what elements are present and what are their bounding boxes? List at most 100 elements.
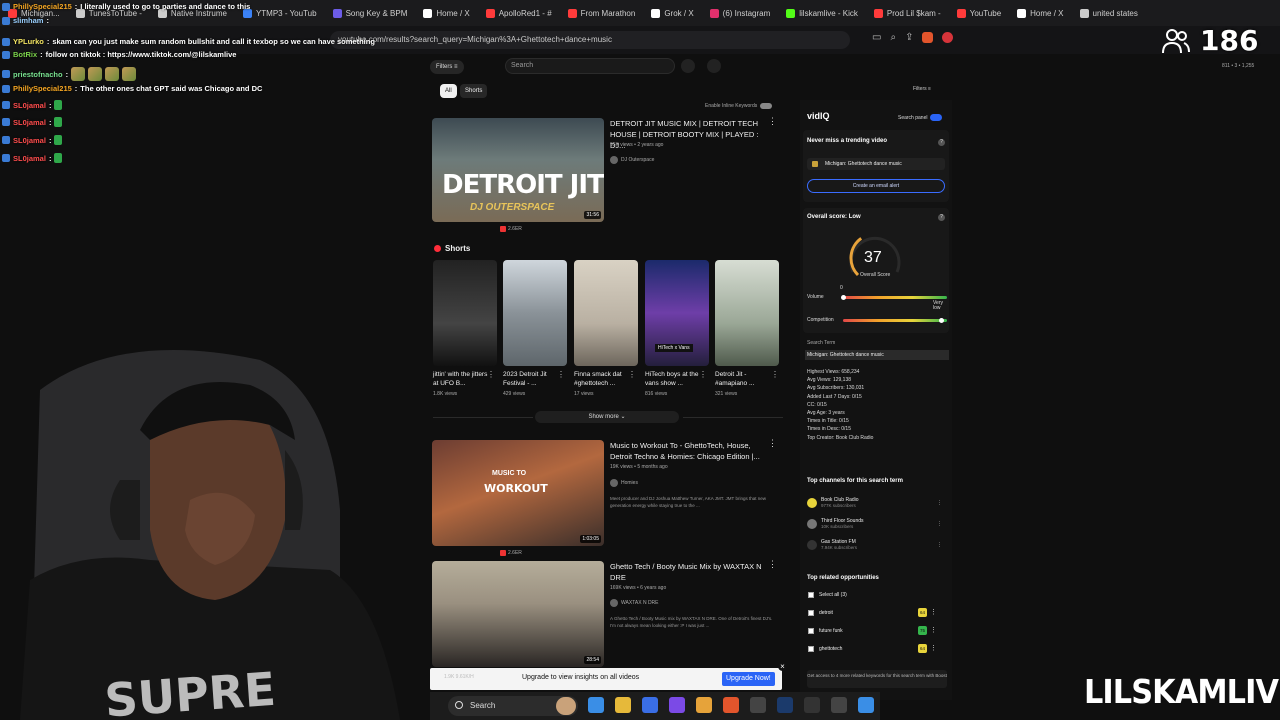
channel-link[interactable]: WAXTAX N DRE <box>610 599 659 607</box>
short-title[interactable]: Detroit Jit - #amapiano ... <box>715 370 773 388</box>
channel-link[interactable]: DJ Outerspace <box>610 156 654 164</box>
top-channel-row[interactable]: Third Floor Sounds 10K subscribers ⋮ <box>807 518 942 530</box>
chat-username[interactable]: PhillySpecial215 <box>13 2 72 11</box>
video-title[interactable]: Ghetto Tech / Booty Music Mix by WAXTAX … <box>610 561 765 583</box>
browser-tab[interactable]: Prod Lil $kam - <box>866 0 949 26</box>
help-icon[interactable]: ? <box>938 214 945 221</box>
short-thumbnail[interactable] <box>715 260 779 366</box>
steam-icon[interactable] <box>777 697 793 713</box>
checkbox[interactable] <box>808 610 814 616</box>
more-options-icon[interactable]: ⋮ <box>930 644 937 652</box>
upgrade-now-button[interactable]: Upgrade Now! <box>722 672 775 686</box>
top-channel-row[interactable]: Gas Station FM 7.94K subscribers ⋮ <box>807 539 942 551</box>
zoom-icon[interactable]: ⌕ <box>890 32 896 43</box>
browser-tab[interactable]: YouTube <box>949 0 1009 26</box>
more-options-icon[interactable]: ⋮ <box>768 116 777 127</box>
browser-tab[interactable]: lilskamlive - Kick <box>778 0 866 26</box>
top-channel-row[interactable]: Book Club Radio 977K subscribers ⋮ <box>807 497 942 509</box>
file-explorer-icon[interactable] <box>615 697 631 713</box>
more-options-icon[interactable]: ⋮ <box>557 370 565 379</box>
chat-username[interactable]: SL0jamal <box>13 154 46 163</box>
short-title[interactable]: jittin' with the jitters at UFO B... <box>433 370 491 388</box>
brave-shield-icon[interactable] <box>922 32 934 43</box>
short-title[interactable]: 2023 Detroit Jit Festival - ... <box>503 370 561 388</box>
app-icon[interactable] <box>831 697 847 713</box>
select-all-row[interactable]: Select all (3) <box>808 592 847 598</box>
channel-link[interactable]: Homies <box>610 479 638 487</box>
profile-icon[interactable] <box>556 697 576 715</box>
more-options-icon[interactable]: ⋮ <box>930 626 937 634</box>
browser-tab[interactable]: united states <box>1072 0 1146 26</box>
checkbox[interactable] <box>808 646 814 652</box>
search-panel-toggle[interactable]: Search panel <box>898 114 943 121</box>
filters-button[interactable]: Filters ≡ <box>430 60 464 74</box>
more-options-icon[interactable]: ⋮ <box>487 370 495 379</box>
chat-username[interactable]: SL0jamal <box>13 101 46 110</box>
create-email-alert-button[interactable]: Create an email alert <box>807 179 945 193</box>
show-more-button[interactable]: Show more ⌄ <box>535 411 679 423</box>
opportunity-row[interactable]: future funk <box>808 628 843 634</box>
more-options-icon[interactable]: ⋮ <box>937 521 942 527</box>
more-options-icon[interactable]: ⋮ <box>937 542 942 548</box>
more-options-icon[interactable]: ⋮ <box>628 370 636 379</box>
more-options-icon[interactable]: ⋮ <box>768 559 777 570</box>
chat-username[interactable]: slimham <box>13 16 43 25</box>
short-title[interactable]: Finna smack dat #ghettotech ... <box>574 370 632 388</box>
address-bar[interactable]: youtube.com/results?search_query=Michiga… <box>330 31 850 49</box>
browser-tab[interactable]: (6) Instagram <box>702 0 779 26</box>
chat-username[interactable]: priestofnacho <box>13 70 63 79</box>
video-thumbnail-detroit-jit[interactable]: DETROIT JIT DJ OUTERSPACE 31:56 <box>432 118 604 222</box>
opportunity-row[interactable]: ghettotech <box>808 646 842 652</box>
more-options-icon[interactable]: ⋮ <box>930 608 937 616</box>
store-icon[interactable] <box>642 697 658 713</box>
microphone-icon[interactable] <box>707 59 721 73</box>
vidiq-filters-button[interactable]: Filters ≡ <box>913 86 931 92</box>
inline-keywords-toggle[interactable]: Enable Inline Keywords <box>705 103 773 109</box>
app-icon[interactable] <box>804 697 820 713</box>
chat-username[interactable]: SL0jamal <box>13 118 46 127</box>
search-icon[interactable] <box>681 59 695 73</box>
screenshot-icon[interactable]: ▭ <box>872 32 881 43</box>
close-icon[interactable]: × <box>778 662 787 671</box>
browser-tab[interactable]: Grok / X <box>643 0 701 26</box>
youtube-search-input[interactable]: Search <box>505 58 675 74</box>
brave-icon[interactable] <box>723 697 739 713</box>
chat-username[interactable]: YPLurko <box>13 37 44 46</box>
short-thumbnail[interactable] <box>503 260 567 366</box>
more-options-icon[interactable]: ⋮ <box>937 500 942 506</box>
browser-tab[interactable]: From Marathon <box>560 0 644 26</box>
help-icon[interactable]: ? <box>938 139 945 146</box>
extension-icon[interactable] <box>942 32 954 43</box>
chat-username[interactable]: PhillySpecial215 <box>13 84 72 93</box>
short-title[interactable]: HiTech boys at the vans show ... <box>645 370 703 388</box>
checkbox[interactable] <box>808 628 814 634</box>
more-options-icon[interactable]: ⋮ <box>699 370 707 379</box>
app-icon[interactable] <box>858 697 874 713</box>
checkbox[interactable] <box>808 592 814 598</box>
obs-icon[interactable] <box>750 697 766 713</box>
video-thumbnail-workout[interactable]: MUSIC TO WORKOUT 1:03:05 <box>432 440 604 546</box>
boost-promo[interactable]: Get access to 4 more related keywords fo… <box>807 670 947 688</box>
copilot-icon[interactable] <box>588 697 604 713</box>
browser-tab[interactable]: Home / X <box>415 0 477 26</box>
more-options-icon[interactable]: ⋮ <box>771 370 779 379</box>
short-thumbnail[interactable] <box>433 260 497 366</box>
chat-username[interactable]: BotRix <box>13 50 37 59</box>
toggle-switch[interactable] <box>760 103 773 109</box>
more-options-icon[interactable]: ⋮ <box>768 438 777 449</box>
opportunity-row[interactable]: detroit <box>808 610 833 616</box>
browser-tab[interactable]: Song Key & BPM <box>325 0 416 26</box>
video-thumbnail-waxtax[interactable]: 28:54 <box>432 561 604 667</box>
chat-username[interactable]: SL0jamal <box>13 136 46 145</box>
audio-app-icon[interactable] <box>696 697 712 713</box>
chip-shorts[interactable]: Shorts <box>460 84 488 98</box>
short-thumbnail[interactable]: HiTech x Vans <box>645 260 709 366</box>
chip-all[interactable]: All <box>440 84 457 98</box>
share-icon[interactable]: ⇪ <box>905 32 913 43</box>
toggle-switch[interactable] <box>930 114 943 121</box>
discord-icon[interactable] <box>669 697 685 713</box>
short-thumbnail[interactable] <box>574 260 638 366</box>
browser-tab[interactable]: Home / X <box>1009 0 1071 26</box>
browser-tab[interactable]: ApolloRed1 - # <box>478 0 560 26</box>
video-title[interactable]: Music to Workout To - GhettoTech, House,… <box>610 440 765 462</box>
